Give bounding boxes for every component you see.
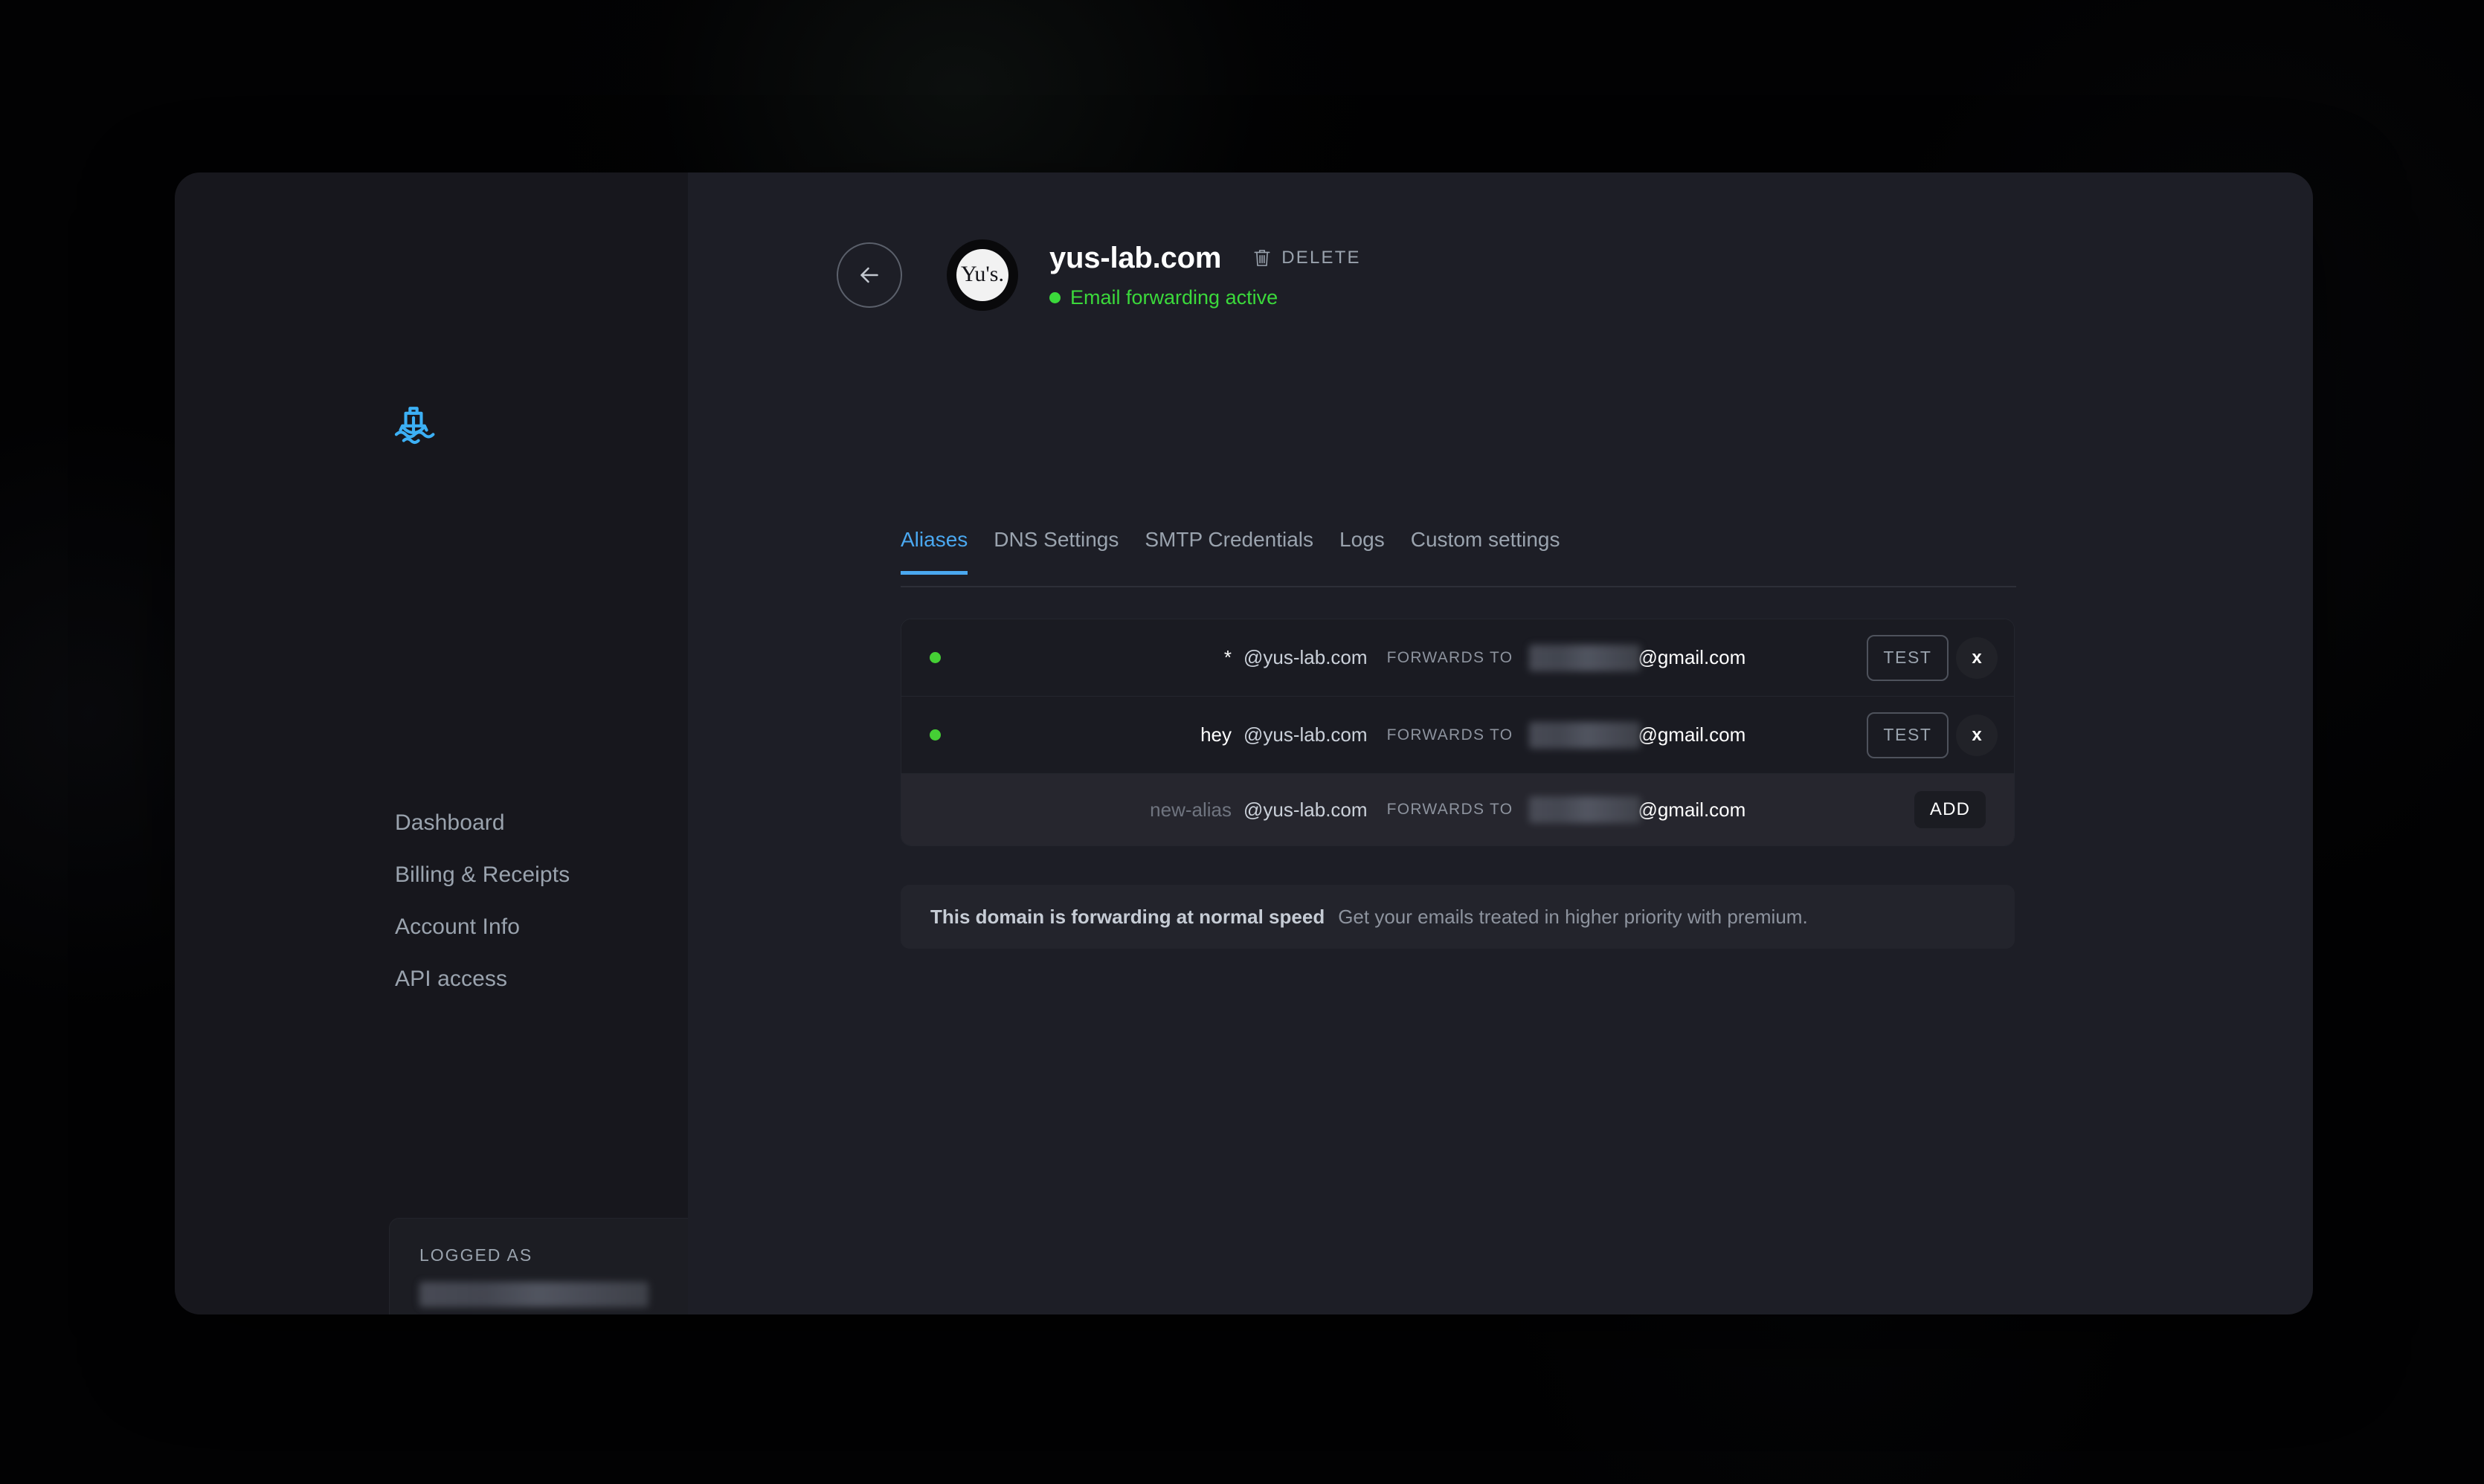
forward-domain-suffix: @gmail.com [1638, 646, 1746, 668]
tab-custom-settings[interactable]: Custom settings [1411, 528, 1560, 575]
status-dot-icon [1049, 291, 1061, 303]
sidebar: Dashboard Billing & Receipts Account Inf… [175, 172, 819, 1314]
new-forward-target[interactable]: @gmail.com [1529, 796, 1745, 823]
test-alias-button[interactable]: TEST [1867, 712, 1949, 758]
sidebar-item-label: Billing & Receipts [395, 862, 570, 887]
alias-name-input[interactable]: hey [968, 723, 1243, 746]
forward-target[interactable]: @gmail.com [1529, 644, 1746, 671]
status-text: Email forwarding active [1070, 285, 1278, 309]
tab-smtp-credentials[interactable]: SMTP Credentials [1145, 528, 1313, 575]
delete-label: DELETE [1281, 248, 1361, 268]
tabs-baseline [901, 586, 2016, 587]
tab-label: Custom settings [1410, 528, 1560, 551]
title-row: yus-lab.com DELETE [1049, 242, 1361, 275]
add-alias-button[interactable]: ADD [1914, 791, 1986, 828]
forward-domain-suffix: @gmail.com [1638, 723, 1746, 746]
tab-label: Aliases [901, 528, 968, 551]
domain-title-block: yus-lab.com DELETE Email forwarding acti… [1049, 242, 1361, 309]
row-actions: TEST x [1867, 697, 1998, 773]
screen-root: Dashboard Billing & Receipts Account Inf… [0, 0, 2484, 1484]
alias-status-cell [901, 652, 968, 663]
tab-dns-settings[interactable]: DNS Settings [994, 528, 1119, 575]
ship-icon[interactable] [389, 403, 438, 452]
tab-label: DNS Settings [994, 528, 1119, 551]
page-title: yus-lab.com [1049, 241, 1222, 274]
row-actions: TEST x [1867, 619, 1998, 696]
alias-name-input[interactable]: * [968, 646, 1243, 669]
arrow-left-icon [856, 262, 883, 288]
trash-icon [1252, 248, 1272, 268]
tab-bar: Aliases DNS Settings SMTP Credentials Lo… [901, 528, 2016, 575]
add-label: ADD [1929, 799, 1971, 819]
sidebar-item-label: Dashboard [395, 810, 505, 835]
avatar-initials: Yu's. [956, 249, 1008, 301]
sidebar-item-billing-receipts[interactable]: Billing & Receipts [395, 849, 570, 901]
sidebar-item-account-info[interactable]: Account Info [395, 901, 570, 953]
alias-domain-suffix: @yus-lab.com [1243, 723, 1368, 746]
delete-domain-button[interactable]: DELETE [1252, 248, 1361, 268]
forward-address-redacted [1529, 721, 1641, 749]
sidebar-item-dashboard[interactable]: Dashboard [395, 797, 570, 849]
tab-label: Logs [1339, 528, 1385, 551]
avatar: Yu's. [947, 239, 1018, 311]
premium-banner-subtitle[interactable]: Get your emails treated in higher priori… [1338, 906, 1807, 929]
table-row: hey @yus-lab.com FORWARDS TO @gmail.com … [901, 697, 2014, 774]
domain-header: Yu's. yus-lab.com DELETE Email forwardin… [837, 239, 1361, 311]
logged-as-value-redacted [419, 1282, 649, 1307]
app-window: Dashboard Billing & Receipts Account Inf… [175, 172, 2313, 1314]
test-label: TEST [1883, 725, 1932, 744]
forward-address-redacted [1529, 644, 1641, 671]
premium-banner-title: This domain is forwarding at normal spee… [930, 905, 1325, 928]
table-row: * @yus-lab.com FORWARDS TO @gmail.com TE… [901, 619, 2014, 697]
sidebar-nav: Dashboard Billing & Receipts Account Inf… [395, 797, 570, 1005]
forwards-to-label: FORWARDS TO [1386, 648, 1513, 666]
sidebar-item-label: API access [395, 967, 508, 991]
alias-active-dot-icon [929, 652, 941, 663]
alias-list: * @yus-lab.com FORWARDS TO @gmail.com TE… [901, 619, 2015, 846]
alias-domain-suffix: @yus-lab.com [1243, 646, 1368, 668]
forward-target[interactable]: @gmail.com [1529, 721, 1746, 749]
test-alias-button[interactable]: TEST [1867, 634, 1949, 681]
test-label: TEST [1883, 648, 1932, 667]
close-icon: x [1972, 724, 1982, 745]
alias-status-cell [901, 729, 968, 741]
tab-aliases[interactable]: Aliases [901, 528, 968, 575]
forwards-to-label: FORWARDS TO [1386, 801, 1513, 818]
forward-domain-suffix: @gmail.com [1638, 798, 1746, 821]
close-icon: x [1972, 647, 1982, 668]
new-row-actions: ADD [1914, 774, 1998, 845]
tab-label: SMTP Credentials [1145, 528, 1314, 551]
tab-logs[interactable]: Logs [1339, 528, 1385, 575]
premium-banner[interactable]: This domain is forwarding at normal spee… [901, 885, 2015, 949]
sidebar-item-api-access[interactable]: API access [395, 953, 570, 1005]
new-alias-input[interactable]: new-alias [968, 799, 1243, 822]
alias-active-dot-icon [929, 729, 941, 741]
status-badge: Email forwarding active [1049, 286, 1361, 309]
main-content: Yu's. yus-lab.com DELETE Email forwardin… [688, 172, 2313, 1314]
sidebar-item-label: Account Info [395, 914, 520, 939]
remove-alias-button[interactable]: x [1956, 714, 1998, 756]
back-button[interactable] [837, 242, 902, 308]
forwards-to-label: FORWARDS TO [1386, 726, 1513, 743]
remove-alias-button[interactable]: x [1956, 636, 1998, 679]
new-alias-row: new-alias @yus-lab.com FORWARDS TO @gmai… [901, 774, 2014, 845]
forward-address-redacted [1529, 796, 1641, 823]
alias-domain-suffix: @yus-lab.com [1243, 798, 1368, 821]
